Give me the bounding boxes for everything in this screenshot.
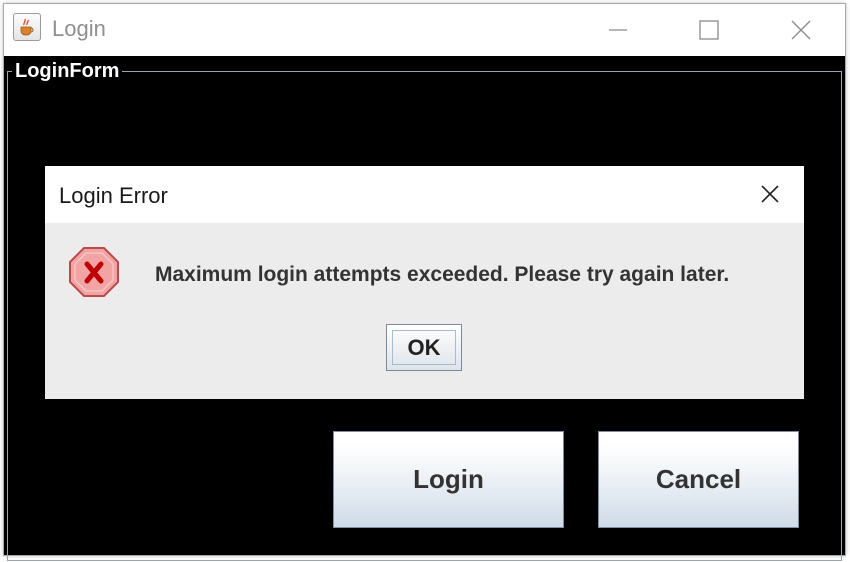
maximize-icon[interactable] (695, 16, 723, 44)
loginform-group-title: LoginForm (12, 60, 123, 83)
dialog-title: Login Error (59, 183, 168, 208)
close-icon[interactable] (787, 16, 815, 44)
close-icon[interactable] (758, 182, 782, 206)
error-message: Maximum login attempts exceeded. Please … (155, 263, 730, 286)
minimize-icon[interactable] (604, 16, 632, 44)
dialog-titlebar[interactable]: Login Error (45, 166, 804, 223)
ok-button[interactable]: OK (386, 324, 462, 371)
cancel-button[interactable]: Cancel (598, 431, 799, 528)
window-title: Login (52, 16, 106, 41)
java-cup-icon (13, 13, 41, 41)
ok-button-label: OK (392, 330, 456, 365)
login-window: Login LoginForm Login Cancel Login Error (3, 3, 846, 561)
login-error-dialog: Login Error Maximum login attempts excee… (45, 166, 804, 399)
error-icon (67, 245, 121, 299)
login-button[interactable]: Login (333, 431, 564, 528)
window-titlebar[interactable]: Login (4, 4, 845, 56)
